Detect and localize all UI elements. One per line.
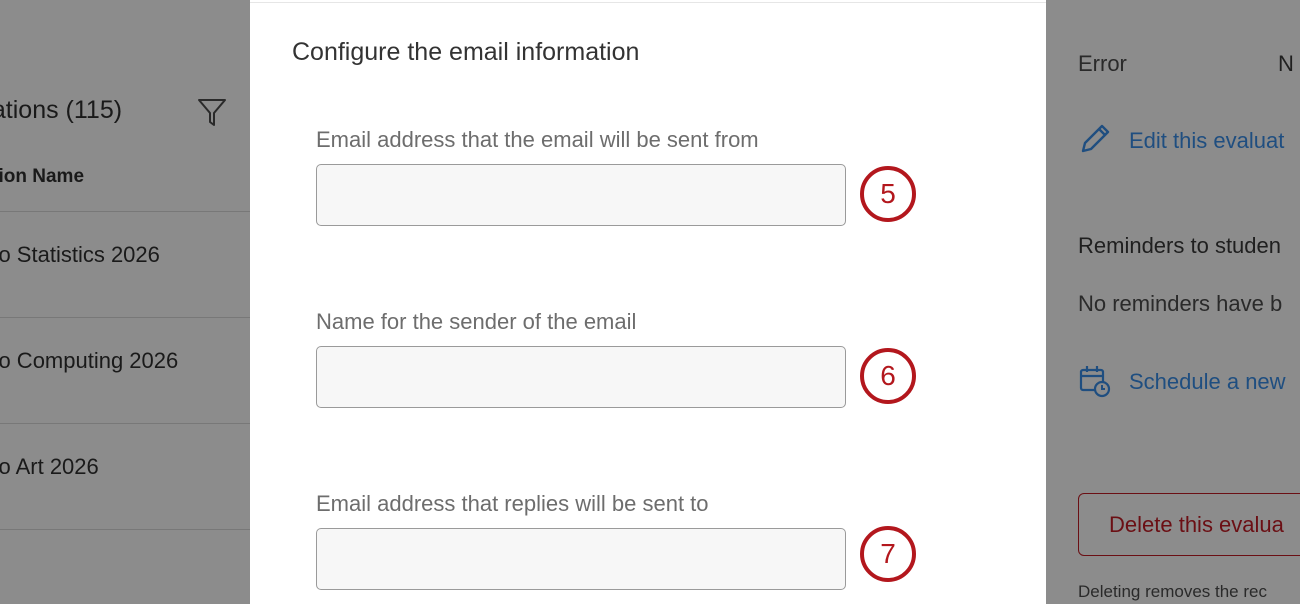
evaluation-name-column-header[interactable]: uation Name: [0, 166, 84, 188]
evaluation-row[interactable]: o to Computing 2026: [0, 348, 178, 374]
delete-note-text: Deleting removes the rec: [1078, 582, 1267, 601]
row-divider: [0, 423, 250, 424]
sender-name-input[interactable]: [316, 346, 846, 408]
step-badge: 6: [860, 348, 916, 404]
modal-divider: [250, 2, 1046, 3]
evaluations-list-panel: uations (115) uation Name o to Statistic…: [0, 0, 250, 604]
reminders-empty-text: No reminders have b: [1078, 291, 1283, 316]
delete-evaluation-button[interactable]: Delete this evalua: [1078, 493, 1300, 556]
reminders-heading: Reminders to studen: [1078, 233, 1281, 258]
reply-to-email-label: Email address that replies will be sent …: [316, 491, 709, 516]
evaluation-row[interactable]: o to Statistics 2026: [0, 242, 160, 268]
from-email-input[interactable]: [316, 164, 846, 226]
step-badge: 7: [860, 526, 916, 582]
evaluation-details-panel: Error N Edit this evaluat Reminders to s…: [1046, 0, 1300, 604]
evaluations-list-title: uations (115): [0, 96, 123, 124]
evaluation-row[interactable]: o to Art 2026: [0, 454, 99, 480]
reply-to-email-input[interactable]: [316, 528, 846, 590]
modal-title: Configure the email information: [292, 38, 640, 66]
step-badge: 5: [860, 166, 916, 222]
row-divider: [0, 211, 250, 212]
error-label: Error: [1078, 51, 1127, 76]
edit-evaluation-link[interactable]: Edit this evaluat: [1129, 128, 1284, 154]
calendar-clock-icon: [1079, 366, 1111, 398]
email-config-modal: Configure the email information Email ad…: [250, 0, 1046, 604]
row-divider: [0, 529, 250, 530]
pencil-icon: [1081, 124, 1110, 153]
row-divider: [0, 317, 250, 318]
filter-icon[interactable]: [196, 96, 228, 128]
sender-name-label: Name for the sender of the email: [316, 309, 637, 334]
from-email-label: Email address that the email will be sen…: [316, 127, 759, 152]
schedule-reminder-link[interactable]: Schedule a new: [1129, 369, 1286, 395]
error-value: N: [1278, 51, 1294, 76]
